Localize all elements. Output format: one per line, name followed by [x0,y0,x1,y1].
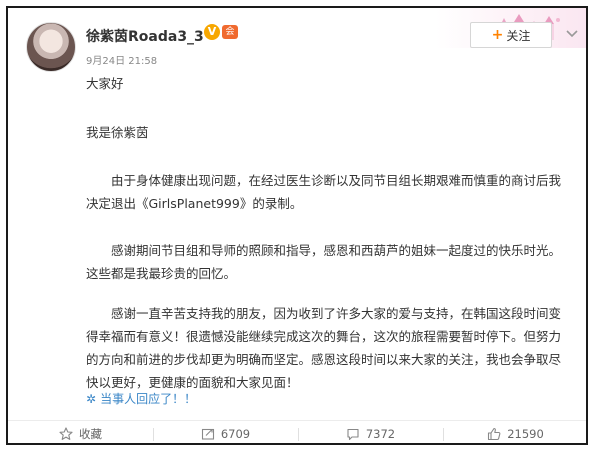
reply-note-link[interactable]: ✲ 当事人回应了！！ [86,390,196,407]
action-bar: 收藏 6709 7372 21590 [8,420,586,443]
weibo-post-card: 徐紫茵Roada3_3 V 会 9月24日 21:58 + 关注 大家好 我是徐… [6,6,588,445]
comment-count: 7372 [365,427,396,441]
post-paragraph-2: 感谢期间节目组和导师的照顾和指导，感恩和西葫芦的姐妹一起度过的快乐时光。这些都是… [86,243,562,281]
follow-button[interactable]: + 关注 [470,22,552,48]
sparkle-icon: ✲ [86,391,97,406]
post-intro: 我是徐紫茵 [86,125,149,140]
chevron-down-icon[interactable] [564,25,580,41]
post-paragraph-3: 感谢一直辛苦支持我的朋友，因为收到了许多大家的爱与支持，在韩国这段时间变得幸福而… [86,306,562,390]
post-time: 21:58 [128,56,158,67]
comment-icon [347,428,359,441]
comment-button[interactable]: 7372 [298,421,443,443]
plus-icon: + [491,27,504,43]
favorite-label: 收藏 [79,427,102,441]
repost-count: 6709 [220,427,251,441]
member-badge-icon: 会 [222,25,238,39]
star-icon [59,427,73,440]
repost-icon [201,428,214,440]
repost-button[interactable]: 6709 [153,421,298,443]
follow-button-label: 关注 [506,28,531,43]
post-date: 9月24日 [86,56,126,67]
like-button[interactable]: 21590 [443,421,586,443]
post-paragraph-1: 由于身体健康出现问题，在经过医生诊断以及同节目组长期艰难而慎重的商讨后我决定退出… [86,173,562,211]
thumbs-up-icon [488,427,501,441]
reply-note-label: 当事人回应了！！ [100,392,197,406]
post-greeting: 大家好 [86,76,124,91]
username[interactable]: 徐紫茵Roada3_3 [86,26,204,46]
favorite-button[interactable]: 收藏 [8,421,153,443]
avatar[interactable] [26,22,76,72]
post-timestamp[interactable]: 9月24日 21:58 [86,52,157,67]
verified-badge-icon: V [204,24,220,40]
like-count: 21590 [507,427,544,441]
